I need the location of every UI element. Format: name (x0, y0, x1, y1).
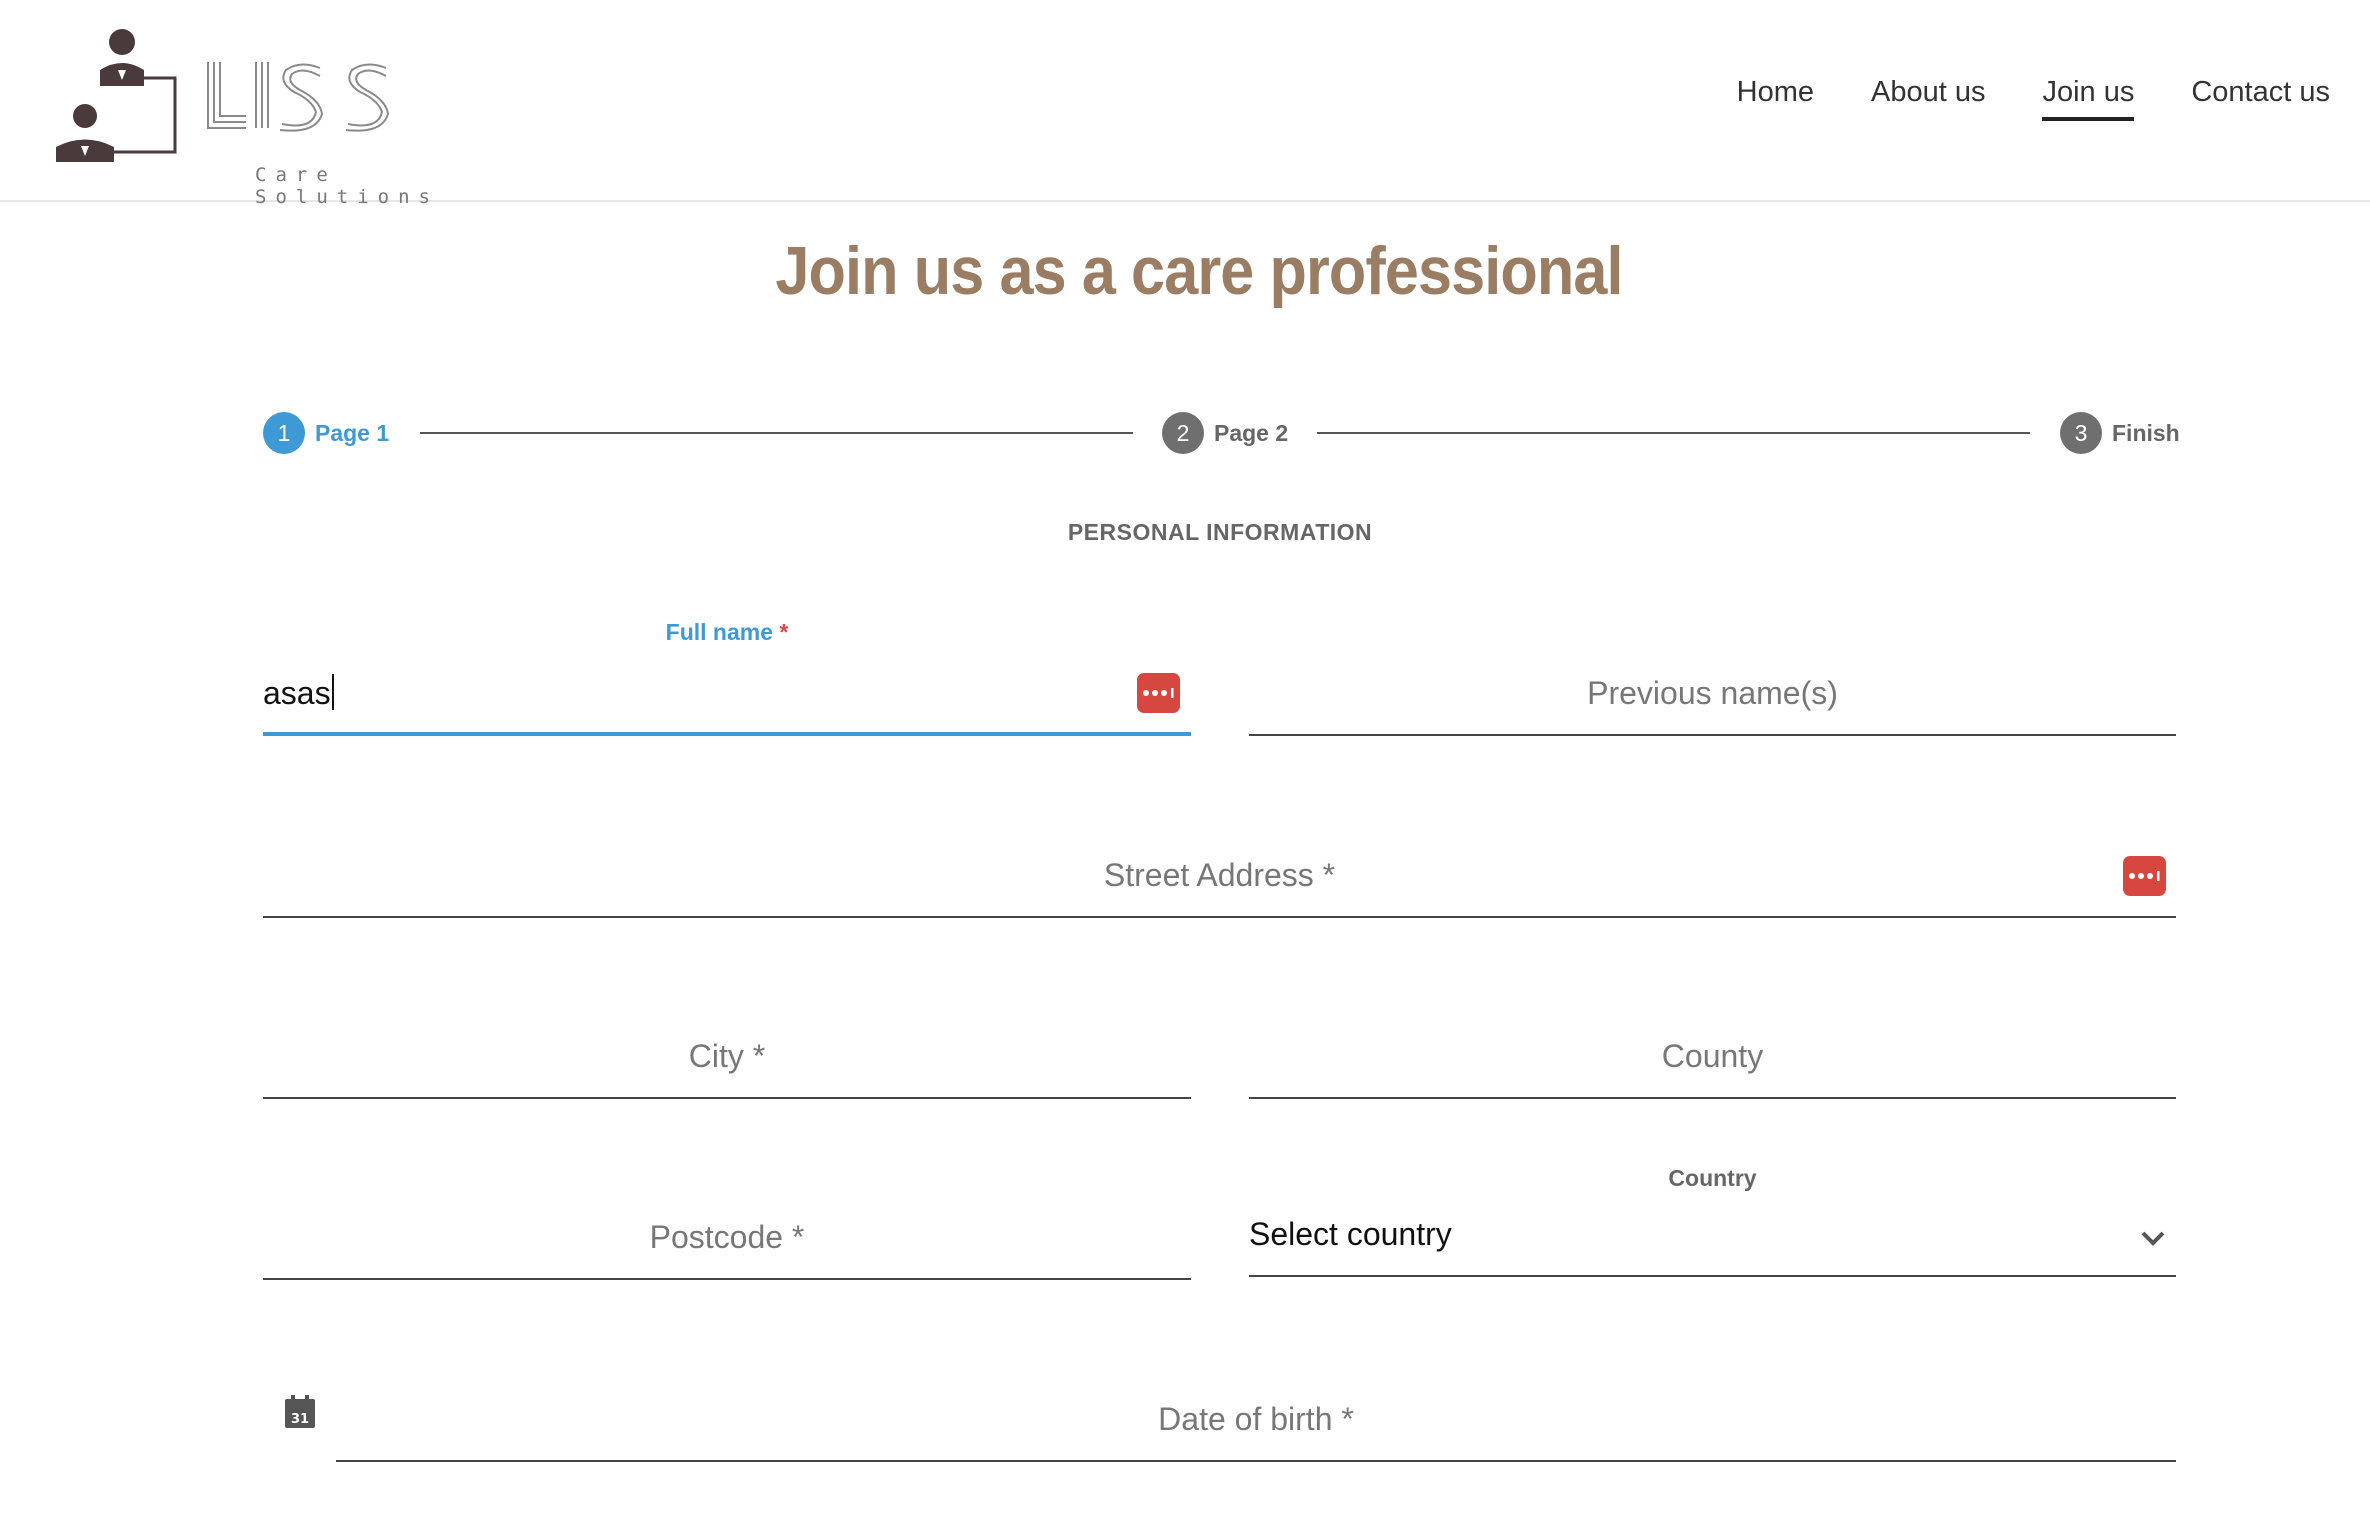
step-finish[interactable]: 3 Finish (2060, 411, 2180, 455)
city-input[interactable]: City * (263, 1037, 1191, 1099)
page-title: Join us as a care professional (775, 233, 1623, 309)
step-page-1[interactable]: 1 Page 1 (263, 411, 389, 455)
full-name-label-text: Full name (665, 619, 773, 645)
site-header: Care Solutions Home About us Join us Con… (0, 0, 2370, 208)
previous-names-placeholder: Previous name(s) (1587, 675, 1838, 711)
county-placeholder: County (1661, 1038, 1764, 1074)
step-label: Finish (2112, 419, 2180, 446)
full-name-input[interactable]: asas (263, 672, 1191, 736)
step-number: 1 (263, 412, 305, 454)
country-select[interactable]: Select country (1249, 1215, 2176, 1277)
postcode-input[interactable]: Postcode * (263, 1218, 1191, 1280)
main-nav: Home About us Join us Contact us (1737, 76, 2330, 121)
nav-about-us[interactable]: About us (1871, 76, 1985, 121)
date-of-birth-input[interactable]: Date of birth * (336, 1400, 2176, 1462)
county-input[interactable]: County (1249, 1037, 2176, 1099)
required-mark: * (779, 619, 789, 645)
city-placeholder: City * (688, 1038, 766, 1074)
nav-join-us[interactable]: Join us (2042, 76, 2135, 121)
password-dots-icon[interactable] (2123, 856, 2166, 896)
calendar-icon[interactable]: 31 (284, 1395, 316, 1429)
step-page-2[interactable]: 2 Page 2 (1162, 411, 1288, 455)
country-select-value: Select country (1249, 1216, 1452, 1252)
nav-home[interactable]: Home (1737, 76, 1814, 121)
step-connector (1317, 432, 2030, 434)
full-name-label: Full name * (263, 619, 1191, 646)
street-address-input[interactable]: Street Address * (263, 856, 2176, 918)
date-of-birth-placeholder: Date of birth * (1158, 1401, 1354, 1437)
street-address-placeholder: Street Address * (1103, 857, 1336, 893)
step-connector (420, 432, 1133, 434)
postcode-placeholder: Postcode * (649, 1219, 805, 1255)
step-label: Page 2 (1214, 419, 1289, 446)
previous-names-input[interactable]: Previous name(s) (1249, 674, 2176, 736)
country-label: Country (1668, 1165, 1757, 1191)
step-label: Page 1 (315, 419, 390, 446)
section-title: PERSONAL INFORMATION (1067, 519, 1373, 545)
full-name-value: asas (263, 674, 334, 712)
password-dots-icon[interactable] (1137, 673, 1180, 713)
logo[interactable]: Care Solutions (50, 26, 450, 208)
step-number: 3 (2060, 412, 2102, 454)
logo-tagline: Care Solutions (255, 164, 439, 208)
chevron-down-icon (2141, 1231, 2165, 1246)
step-number: 2 (1162, 412, 1204, 454)
form-stepper: 1 Page 1 2 Page 2 3 Finish (263, 411, 2180, 457)
logo-icon (56, 29, 390, 162)
nav-contact-us[interactable]: Contact us (2191, 76, 2330, 121)
svg-text:31: 31 (291, 1412, 309, 1427)
